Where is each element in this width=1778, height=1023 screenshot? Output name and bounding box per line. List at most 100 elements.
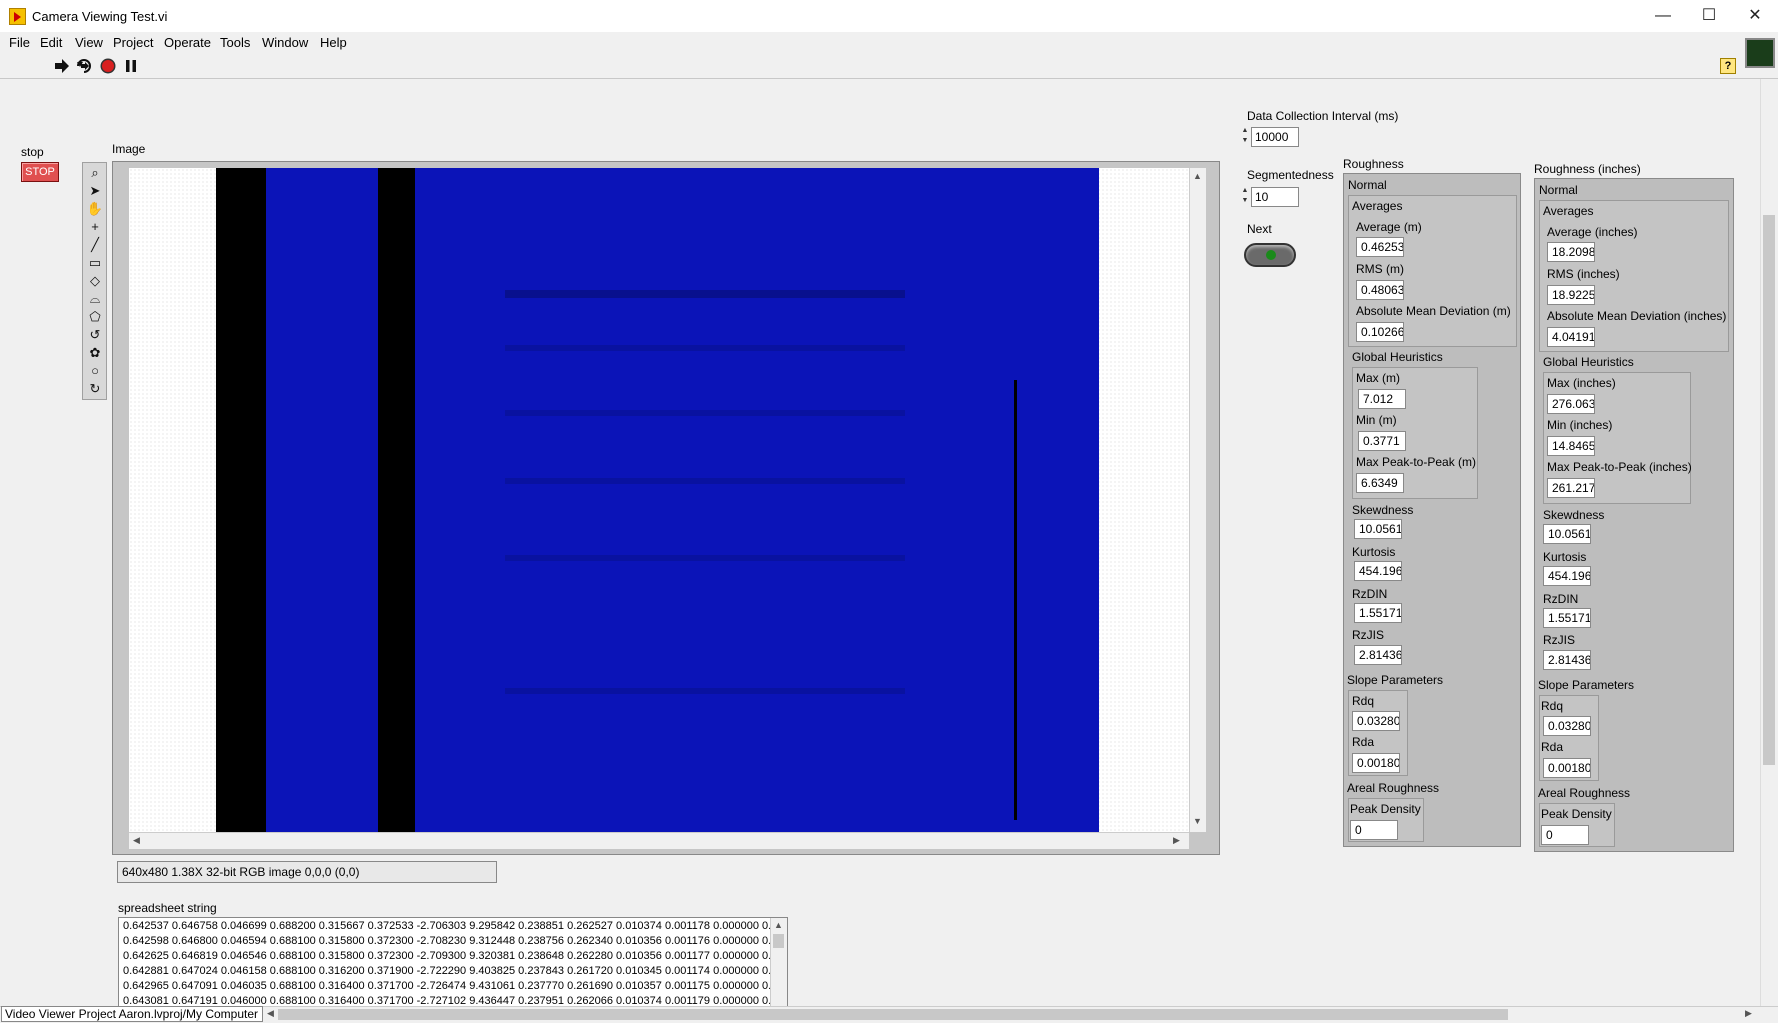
scroll-up-arrow-icon[interactable]: ▲ [774, 920, 783, 930]
peak-density-label: Peak Density [1350, 802, 1421, 816]
spreadsheet-scrollbar[interactable]: ▲ [770, 918, 787, 1006]
context-help-icon[interactable]: ? [1720, 58, 1736, 74]
annulus-tool-icon[interactable]: ⌓ [86, 291, 104, 307]
scroll-right-arrow-icon[interactable]: ▶ [1745, 1008, 1752, 1019]
rzdin-label: RzDIN [1352, 587, 1388, 601]
crosshair-icon[interactable]: + [86, 219, 104, 235]
run-arrow-icon[interactable] [53, 57, 71, 75]
oval-tool-icon[interactable]: ○ [86, 363, 104, 379]
data-collection-label: Data Collection Interval (ms) [1247, 109, 1399, 123]
title-bar [0, 0, 1778, 32]
freehand-tool-icon[interactable]: ↺ [86, 327, 104, 343]
run-continuously-icon[interactable] [75, 57, 93, 75]
scroll-right-arrow-icon[interactable]: ▶ [1173, 835, 1180, 846]
p2p-label: Max Peak-to-Peak (m) [1356, 455, 1477, 469]
freehand-region-icon[interactable]: ✿ [86, 345, 104, 361]
image-horizontal-scrollbar[interactable]: ◀ ▶ [129, 832, 1189, 849]
global-heuristics-inches-label: Global Heuristics [1543, 355, 1634, 369]
global-heuristics-label: Global Heuristics [1352, 350, 1443, 364]
p2p-inches-label: Max Peak-to-Peak (inches) [1547, 460, 1692, 474]
minimize-button[interactable]: — [1640, 0, 1686, 32]
min-inches-value: 14.8465 [1547, 436, 1595, 456]
scroll-down-arrow-icon[interactable]: ▼ [1193, 816, 1202, 826]
rzdin-inches-label: RzDIN [1543, 592, 1579, 606]
spreadsheet-line: 0.642881 0.647024 0.046158 0.688100 0.31… [123, 965, 778, 977]
kurtosis-label: Kurtosis [1352, 545, 1396, 559]
rectangle-tool-icon[interactable]: ▭ [86, 255, 104, 271]
pause-icon[interactable] [122, 57, 140, 75]
image-shadow-stripe [505, 478, 905, 484]
image-dark-band [216, 168, 266, 832]
spreadsheet-string-indicator[interactable]: 0.642537 0.646758 0.046699 0.688200 0.31… [118, 917, 788, 1007]
line-tool-icon[interactable]: ╱ [86, 237, 104, 253]
project-path: Video Viewer Project Aaron.lvproj/My Com… [1, 1006, 263, 1022]
menu-project[interactable]: Project [113, 35, 153, 50]
spreadsheet-line: 0.642537 0.646758 0.046699 0.688200 0.31… [123, 920, 778, 932]
vi-connector-icon [1745, 38, 1775, 68]
rda-label: Rda [1352, 735, 1375, 749]
stop-button[interactable]: STOP [21, 162, 59, 182]
scroll-left-arrow-icon[interactable]: ◀ [133, 835, 140, 846]
rms-label: RMS (m) [1356, 262, 1404, 276]
menu-edit[interactable]: Edit [40, 35, 62, 50]
rms-inches-value: 18.9225 [1547, 285, 1595, 305]
scroll-up-arrow-icon[interactable]: ▲ [1193, 171, 1202, 181]
scroll-thumb[interactable] [773, 934, 784, 948]
pointer-icon[interactable]: ➤ [86, 183, 104, 199]
zoom-icon[interactable]: ⌕ [86, 165, 104, 181]
data-collection-input[interactable]: 10000 [1251, 127, 1299, 147]
rda-inches-label: Rda [1541, 740, 1564, 754]
menu-tools[interactable]: Tools [220, 35, 250, 50]
menu-window[interactable]: Window [262, 35, 308, 50]
skewdness-inches-label: Skewdness [1543, 508, 1605, 522]
scroll-left-arrow-icon[interactable]: ◀ [267, 1008, 274, 1019]
rzdin-value: 1.55171 [1354, 603, 1402, 623]
amd-inches-label: Absolute Mean Deviation (inches) [1547, 309, 1727, 323]
menu-help[interactable]: Help [320, 35, 347, 50]
spreadsheet-label: spreadsheet string [118, 901, 217, 915]
maximize-button[interactable]: ☐ [1686, 0, 1732, 32]
rdq-label: Rdq [1352, 694, 1375, 708]
kurtosis-inches-value: 454.196 [1543, 566, 1591, 586]
amd-value: 0.10266 [1356, 322, 1404, 342]
segmentedness-input[interactable]: 10 [1251, 187, 1299, 207]
slope-parameters-inches-label: Slope Parameters [1538, 678, 1635, 692]
labview-vi-icon [9, 8, 26, 25]
rzjis-label: RzJIS [1352, 628, 1385, 642]
rzjis-inches-value: 2.81436 [1543, 650, 1591, 670]
rda-inches-value: 0.00180 [1543, 758, 1591, 778]
p2p-inches-value: 261.217 [1547, 478, 1595, 498]
peak-density-value: 0 [1350, 820, 1398, 840]
image-shadow-stripe [505, 688, 905, 694]
normal-inches-label: Normal [1539, 183, 1578, 197]
polygon-tool-icon[interactable]: ⬠ [86, 309, 104, 325]
image-vertical-scrollbar[interactable]: ▲ ▼ [1189, 168, 1206, 832]
kurtosis-value: 454.196 [1354, 561, 1402, 581]
data-collection-stepper[interactable]: ▲ ▼ [1240, 126, 1250, 148]
average-inches-value: 18.2098 [1547, 242, 1595, 262]
panel-vertical-scroll-thumb[interactable] [1763, 215, 1775, 765]
min-value: 0.3771 [1358, 431, 1406, 451]
menu-view[interactable]: View [75, 35, 103, 50]
image-dark-band [378, 168, 415, 832]
image-dark-line [1014, 380, 1017, 820]
rms-inches-label: RMS (inches) [1547, 267, 1620, 281]
rotated-rectangle-icon[interactable]: ◇ [86, 273, 104, 289]
next-button[interactable] [1244, 243, 1296, 267]
camera-image[interactable] [216, 168, 1099, 832]
segmentedness-stepper[interactable]: ▲ ▼ [1240, 186, 1250, 208]
menu-operate[interactable]: Operate [164, 35, 211, 50]
broken-line-icon[interactable]: ↻ [86, 381, 104, 397]
rdq-value: 0.03280 [1352, 711, 1400, 731]
rda-value: 0.00180 [1352, 753, 1400, 773]
menu-file[interactable]: File [9, 35, 30, 50]
abort-icon[interactable] [99, 57, 117, 75]
spreadsheet-line: 0.642625 0.646819 0.046546 0.688100 0.31… [123, 950, 778, 962]
close-button[interactable]: ✕ [1732, 0, 1778, 32]
pan-hand-icon[interactable]: ✋ [86, 201, 104, 217]
panel-horizontal-scroll-thumb[interactable] [278, 1009, 1508, 1020]
skewdness-inches-value: 10.0561 [1543, 524, 1591, 544]
toolbar [0, 54, 1778, 79]
image-info-bar: 640x480 1.38X 32-bit RGB image 0,0,0 (0,… [117, 861, 497, 883]
roughness-inches-title: Roughness (inches) [1534, 162, 1641, 176]
